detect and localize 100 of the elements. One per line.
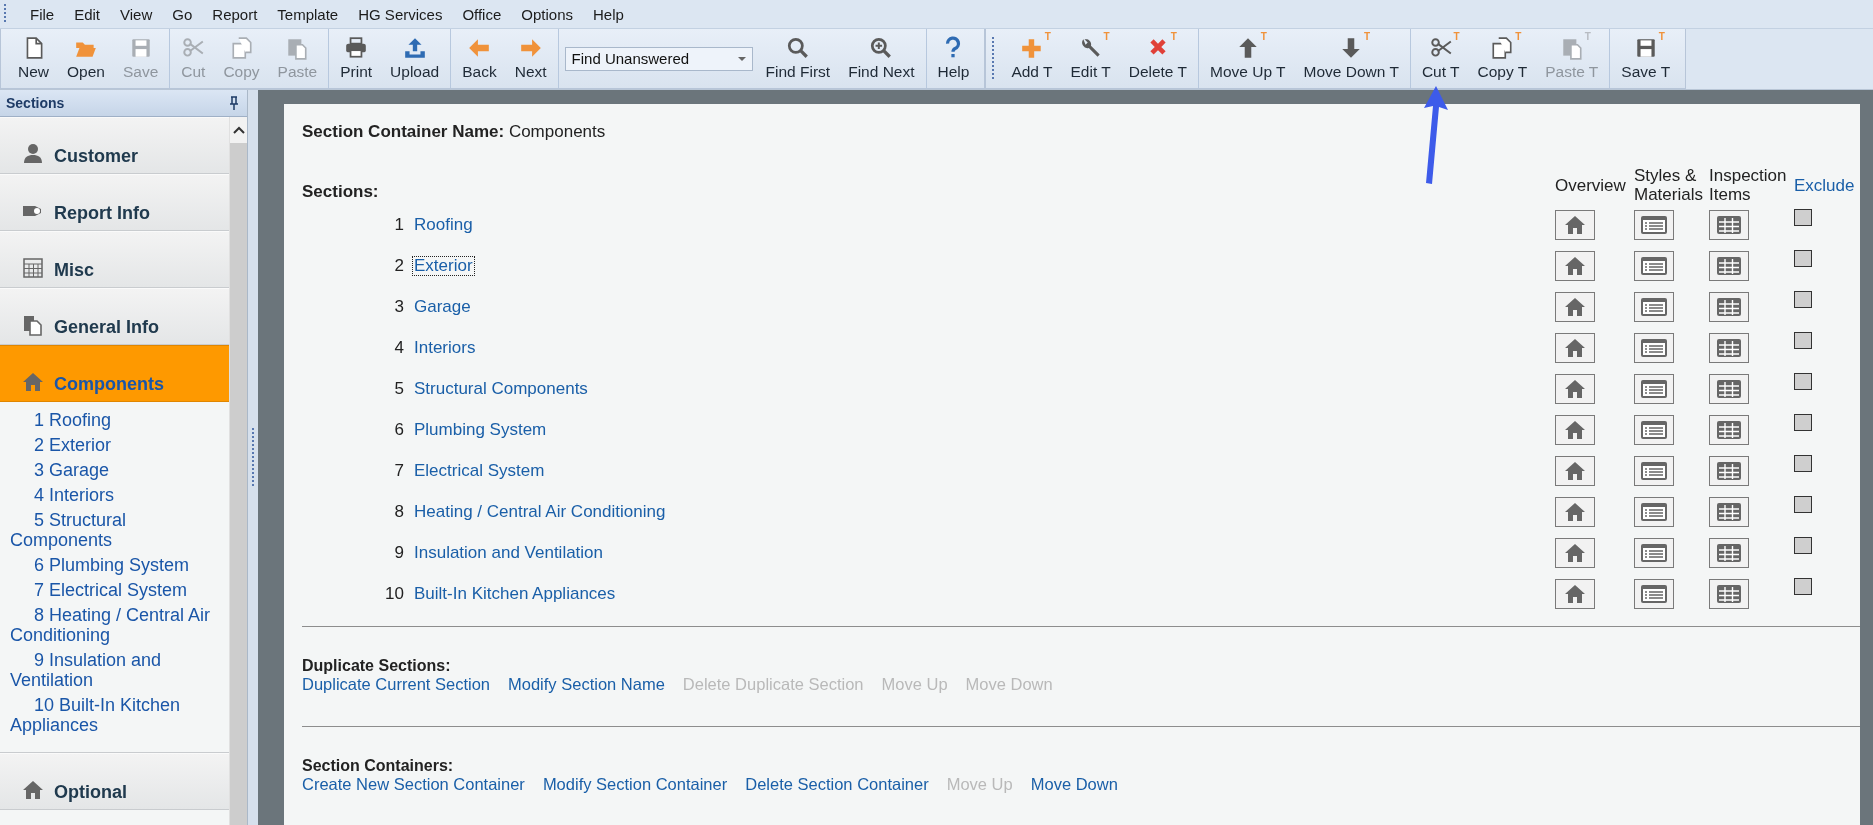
exclude-checkbox[interactable] (1794, 537, 1812, 554)
overview-button[interactable] (1555, 209, 1595, 240)
scroll-up-icon[interactable] (232, 126, 245, 134)
toolbar-button[interactable]: T Delete T (1119, 30, 1196, 87)
overview-button[interactable] (1555, 414, 1595, 445)
menu-item[interactable]: Options (511, 5, 583, 23)
section-link[interactable]: Plumbing System (412, 419, 549, 440)
exclude-checkbox[interactable] (1794, 414, 1812, 431)
toolbar-button[interactable]: T Edit T (1061, 30, 1120, 87)
menu-item[interactable]: View (110, 5, 163, 23)
items-button[interactable] (1709, 332, 1749, 363)
action-link[interactable]: Duplicate Current Section (302, 675, 490, 694)
action-link[interactable]: Delete Section Container (745, 775, 929, 794)
styles-button[interactable] (1634, 332, 1674, 363)
section-link[interactable]: Heating / Central Air Conditioning (412, 501, 668, 522)
exclude-checkbox[interactable] (1794, 250, 1812, 267)
exclude-checkbox[interactable] (1794, 209, 1812, 226)
overview-button[interactable] (1555, 455, 1595, 486)
sidebar-subitem[interactable]: 10 Built-In Kitchen Appliances (10, 695, 223, 735)
exclude-checkbox[interactable] (1794, 496, 1812, 513)
sidebar-subitem[interactable]: 4 Interiors (10, 485, 223, 505)
toolbar-button[interactable]: T Add T (1002, 30, 1062, 87)
sidebar-item[interactable]: Misc (0, 231, 229, 288)
find-dropdown[interactable]: Find Unanswered (564, 46, 753, 71)
toolbar-button[interactable]: Back (453, 30, 506, 87)
sidebar-subitem[interactable]: 8 Heating / Central Air Conditioning (10, 605, 223, 645)
overview-button[interactable] (1555, 496, 1595, 527)
items-button[interactable] (1709, 209, 1749, 240)
items-button[interactable] (1709, 496, 1749, 527)
exclude-checkbox[interactable] (1794, 455, 1812, 472)
sidebar-subitem[interactable]: 1 Roofing (10, 410, 223, 430)
menu-item[interactable]: File (20, 5, 65, 23)
sidebar-item[interactable]: General Info (0, 288, 229, 345)
menu-item[interactable]: Report (202, 5, 268, 23)
overview-button[interactable] (1555, 291, 1595, 322)
menu-item[interactable]: Template (267, 5, 349, 23)
toolbar-button[interactable]: Find First (756, 30, 840, 87)
items-button[interactable] (1709, 291, 1749, 322)
toolbar-button[interactable]: Print (331, 30, 382, 87)
sidebar-subitem[interactable]: 9 Insulation and Ventilation (10, 650, 223, 690)
styles-button[interactable] (1634, 250, 1674, 281)
exclude-checkbox[interactable] (1794, 373, 1812, 390)
toolbar-button[interactable]: T Cut T (1412, 30, 1469, 87)
section-link[interactable]: Roofing (412, 214, 475, 235)
items-button[interactable] (1709, 455, 1749, 486)
toolbar-button[interactable]: Help (928, 30, 979, 87)
section-link[interactable]: Built-In Kitchen Appliances (412, 583, 618, 604)
sidebar-subitem[interactable]: 5 Structural Components (10, 510, 223, 550)
toolbar-button[interactable]: T Move Up T (1201, 30, 1295, 87)
overview-button[interactable] (1555, 373, 1595, 404)
overview-button[interactable] (1555, 250, 1595, 281)
overview-button[interactable] (1555, 578, 1595, 609)
sidebar-item[interactable]: Optional (0, 753, 229, 810)
styles-button[interactable] (1634, 537, 1674, 568)
action-link[interactable]: Modify Section Container (542, 775, 728, 794)
column-header[interactable]: Exclude (1794, 175, 1860, 195)
overview-button[interactable] (1555, 537, 1595, 568)
exclude-checkbox[interactable] (1794, 291, 1812, 308)
section-link[interactable]: Electrical System (412, 460, 547, 481)
toolbar-button[interactable]: T Copy T (1468, 30, 1537, 87)
toolbar-button[interactable]: Upload (381, 30, 449, 87)
section-link[interactable]: Garage (412, 296, 473, 317)
styles-button[interactable] (1634, 373, 1674, 404)
sidebar-subitem[interactable]: 2 Exterior (10, 435, 223, 455)
action-link[interactable]: Create New Section Container (302, 775, 525, 794)
menu-item[interactable]: Edit (64, 5, 111, 23)
items-button[interactable] (1709, 578, 1749, 609)
styles-button[interactable] (1634, 209, 1674, 240)
sidebar-item[interactable]: Customer (0, 117, 229, 174)
overview-button[interactable] (1555, 332, 1595, 363)
action-link[interactable]: Modify Section Name (508, 675, 665, 694)
sidebar-item[interactable]: Report Info (0, 174, 229, 231)
toolbar-button[interactable]: T Move Down T (1294, 30, 1408, 87)
section-link[interactable]: Interiors (412, 337, 478, 358)
sidebar-subitem[interactable]: 3 Garage (10, 460, 223, 480)
pin-icon[interactable] (229, 96, 239, 110)
menu-item[interactable]: HG Services (348, 5, 453, 23)
menu-item[interactable]: Help (583, 5, 634, 23)
items-button[interactable] (1709, 250, 1749, 281)
toolbar-button[interactable]: Next (505, 30, 556, 87)
section-link[interactable]: Insulation and Ventilation (412, 542, 606, 563)
exclude-checkbox[interactable] (1794, 332, 1812, 349)
section-link[interactable]: Exterior (412, 255, 475, 276)
items-button[interactable] (1709, 537, 1749, 568)
sidebar-subitem[interactable]: 7 Electrical System (10, 580, 223, 600)
section-link[interactable]: Structural Components (412, 378, 590, 399)
styles-button[interactable] (1634, 455, 1674, 486)
styles-button[interactable] (1634, 578, 1674, 609)
menu-item[interactable]: Office (452, 5, 512, 23)
exclude-checkbox[interactable] (1794, 578, 1812, 595)
toolbar-button[interactable]: Find Next (839, 30, 924, 87)
toolbar-button[interactable]: Open (58, 30, 114, 87)
menu-item[interactable]: Go (162, 5, 203, 23)
action-link[interactable]: Move Down (1030, 775, 1118, 794)
sidebar-subitem[interactable]: 6 Plumbing System (10, 555, 223, 575)
styles-button[interactable] (1634, 414, 1674, 445)
toolbar-button[interactable]: T Save T (1612, 30, 1680, 87)
toolbar-button[interactable]: New (9, 30, 58, 87)
styles-button[interactable] (1634, 496, 1674, 527)
styles-button[interactable] (1634, 291, 1674, 322)
